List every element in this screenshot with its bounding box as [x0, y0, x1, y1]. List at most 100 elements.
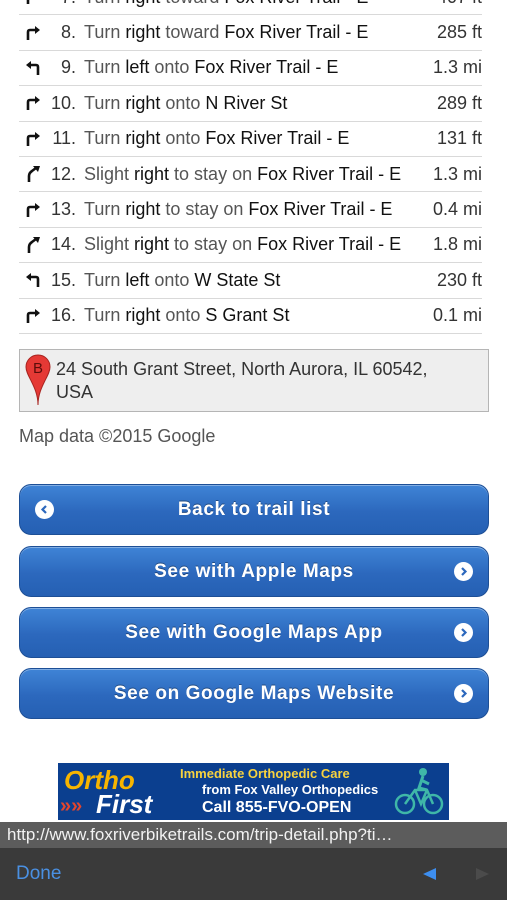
cyclist-icon — [393, 766, 445, 820]
instruction-part: W State St — [194, 269, 281, 290]
instruction-part: Turn — [84, 92, 126, 113]
instruction-part: left — [125, 269, 150, 290]
direction-instruction: Turn right toward Fox River Trail - E — [84, 22, 418, 43]
direction-step-number: 10. — [50, 92, 76, 113]
ad-line-1: Immediate Orthopedic Care — [180, 766, 350, 781]
instruction-part: Slight — [84, 234, 135, 255]
turn-right-icon — [22, 25, 44, 41]
direction-instruction: Turn left onto Fox River Trail - E — [84, 57, 418, 78]
instruction-part: Fox River Trail - E — [224, 0, 368, 7]
direction-step-number: 15. — [50, 269, 76, 290]
direction-instruction: Turn right onto Fox River Trail - E — [84, 128, 418, 149]
instruction-part: onto — [160, 92, 206, 113]
see-with-google-maps-app-label: See with Google Maps App — [125, 621, 383, 643]
map-marker-icon: B — [25, 354, 51, 411]
turn-right-icon — [22, 0, 44, 5]
instruction-part: Fox River Trail - E — [257, 163, 402, 184]
direction-distance: 1.3 mi — [432, 57, 482, 78]
directions-list: 7.Turn right toward Fox River Trail - E4… — [19, 0, 482, 334]
instruction-part: onto — [149, 269, 195, 290]
instruction-part: right — [125, 305, 161, 326]
instruction-part: right — [125, 0, 160, 7]
slight-right-icon — [22, 236, 44, 254]
direction-row: 10. Turn right onto N River St 289 ft — [19, 86, 482, 122]
see-with-apple-maps-label: See with Apple Maps — [154, 560, 354, 582]
map-data-credit: Map data ©2015 Google — [19, 426, 216, 446]
instruction-part: onto — [149, 57, 195, 78]
direction-instruction: Slight right to stay on Fox River Trail … — [84, 234, 418, 255]
direction-row: 14. Slight right to stay on Fox River Tra… — [19, 228, 482, 264]
instruction-part: right — [125, 199, 161, 220]
instruction-part: onto — [160, 128, 206, 149]
back-to-trail-list-button[interactable]: Back to trail list — [19, 484, 489, 535]
direction-distance: 0.1 mi — [432, 305, 482, 326]
direction-distance: 1.8 mi — [432, 234, 482, 255]
instruction-part: Fox River Trail - E — [194, 57, 339, 78]
direction-instruction: Turn right to stay on Fox River Trail - … — [84, 199, 418, 220]
destination-box: B 24 South Grant Street, North Aurora, I… — [19, 349, 489, 412]
back-to-trail-list-label: Back to trail list — [177, 498, 331, 520]
instruction-part: toward — [160, 0, 224, 7]
instruction-part: Fox River Trail - E — [205, 128, 350, 149]
instruction-part: Turn — [84, 305, 126, 326]
chevron-right-icon — [454, 684, 473, 703]
instruction-part: right — [134, 234, 170, 255]
turn-left-icon — [22, 272, 44, 288]
done-button[interactable]: Done — [16, 863, 61, 885]
turn-right-icon — [22, 308, 44, 324]
see-with-google-maps-app-button[interactable]: See with Google Maps App — [19, 607, 489, 658]
direction-row: 8. Turn right toward Fox River Trail - E 2… — [19, 15, 482, 51]
direction-distance: 1.3 mi — [432, 163, 482, 184]
browser-toolbar: Done — [0, 848, 507, 900]
direction-step-number: 11. — [52, 128, 76, 149]
destination-address: 24 South Grant Street, North Aurora, IL … — [56, 359, 428, 402]
chevron-right-icon — [454, 562, 473, 581]
instruction-part: right — [125, 128, 161, 149]
direction-row: 16. Turn right onto S Grant St 0.1 mi — [19, 299, 482, 334]
direction-row: 7. Turn right toward Fox River Trail - E4… — [19, 0, 482, 16]
direction-distance: 407 ft — [418, 0, 482, 8]
direction-step-number: 7. — [44, 0, 76, 8]
see-on-google-maps-website-button[interactable]: See on Google Maps Website — [19, 668, 489, 719]
direction-distance: 131 ft — [436, 128, 482, 149]
ad-line-3: Call 855-FVO-OPEN — [202, 799, 352, 816]
instruction-part: onto — [160, 305, 206, 326]
direction-step-number: 8. — [60, 22, 76, 43]
instruction-part: Fox River Trail - E — [224, 22, 369, 43]
marker-letter: B — [33, 360, 43, 377]
instruction-part: N River St — [205, 92, 288, 113]
turn-right-icon — [22, 202, 44, 218]
instruction-part: to stay on — [169, 163, 258, 184]
instruction-part: toward — [160, 22, 225, 43]
see-with-apple-maps-button[interactable]: See with Apple Maps — [19, 546, 489, 597]
instruction-part: to stay on — [169, 234, 258, 255]
direction-distance: 289 ft — [436, 92, 482, 113]
chevron-right-icon — [454, 623, 473, 642]
direction-distance: 0.4 mi — [432, 199, 482, 220]
slight-right-icon — [22, 165, 44, 183]
direction-distance: 230 ft — [436, 269, 482, 290]
direction-instruction: Turn right toward Fox River Trail - E — [84, 0, 418, 8]
instruction-part: right — [134, 163, 170, 184]
instruction-part: Turn — [84, 199, 126, 220]
instruction-part: Turn — [84, 22, 126, 43]
instruction-part: Turn — [84, 269, 126, 290]
direction-distance: 285 ft — [436, 22, 482, 43]
instruction-part: Turn — [84, 57, 126, 78]
direction-step-number: 12. — [50, 163, 76, 184]
direction-step-number: 14. — [50, 234, 76, 255]
direction-row: 11. Turn right onto Fox River Trail - E 13… — [19, 122, 482, 157]
back-arrow-icon[interactable] — [420, 865, 438, 888]
chevron-left-icon — [35, 500, 54, 519]
forward-arrow-icon[interactable] — [474, 865, 492, 888]
instruction-part: S Grant St — [205, 305, 290, 326]
instruction-part: right — [125, 22, 161, 43]
instruction-part: to stay on — [160, 199, 249, 220]
url-bar[interactable]: http://www.foxriverbiketrails.com/trip-d… — [0, 822, 507, 848]
ortho-first-ad-banner[interactable]: Ortho »» First Immediate Orthopedic Care… — [58, 763, 449, 820]
direction-row: 15. Turn left onto W State St 230 ft — [19, 263, 482, 299]
instruction-part: right — [125, 92, 161, 113]
direction-instruction: Turn right onto S Grant St — [84, 305, 418, 326]
direction-instruction: Turn left onto W State St — [84, 270, 418, 291]
direction-row: 13. Turn right to stay on Fox River Trail… — [19, 192, 482, 228]
